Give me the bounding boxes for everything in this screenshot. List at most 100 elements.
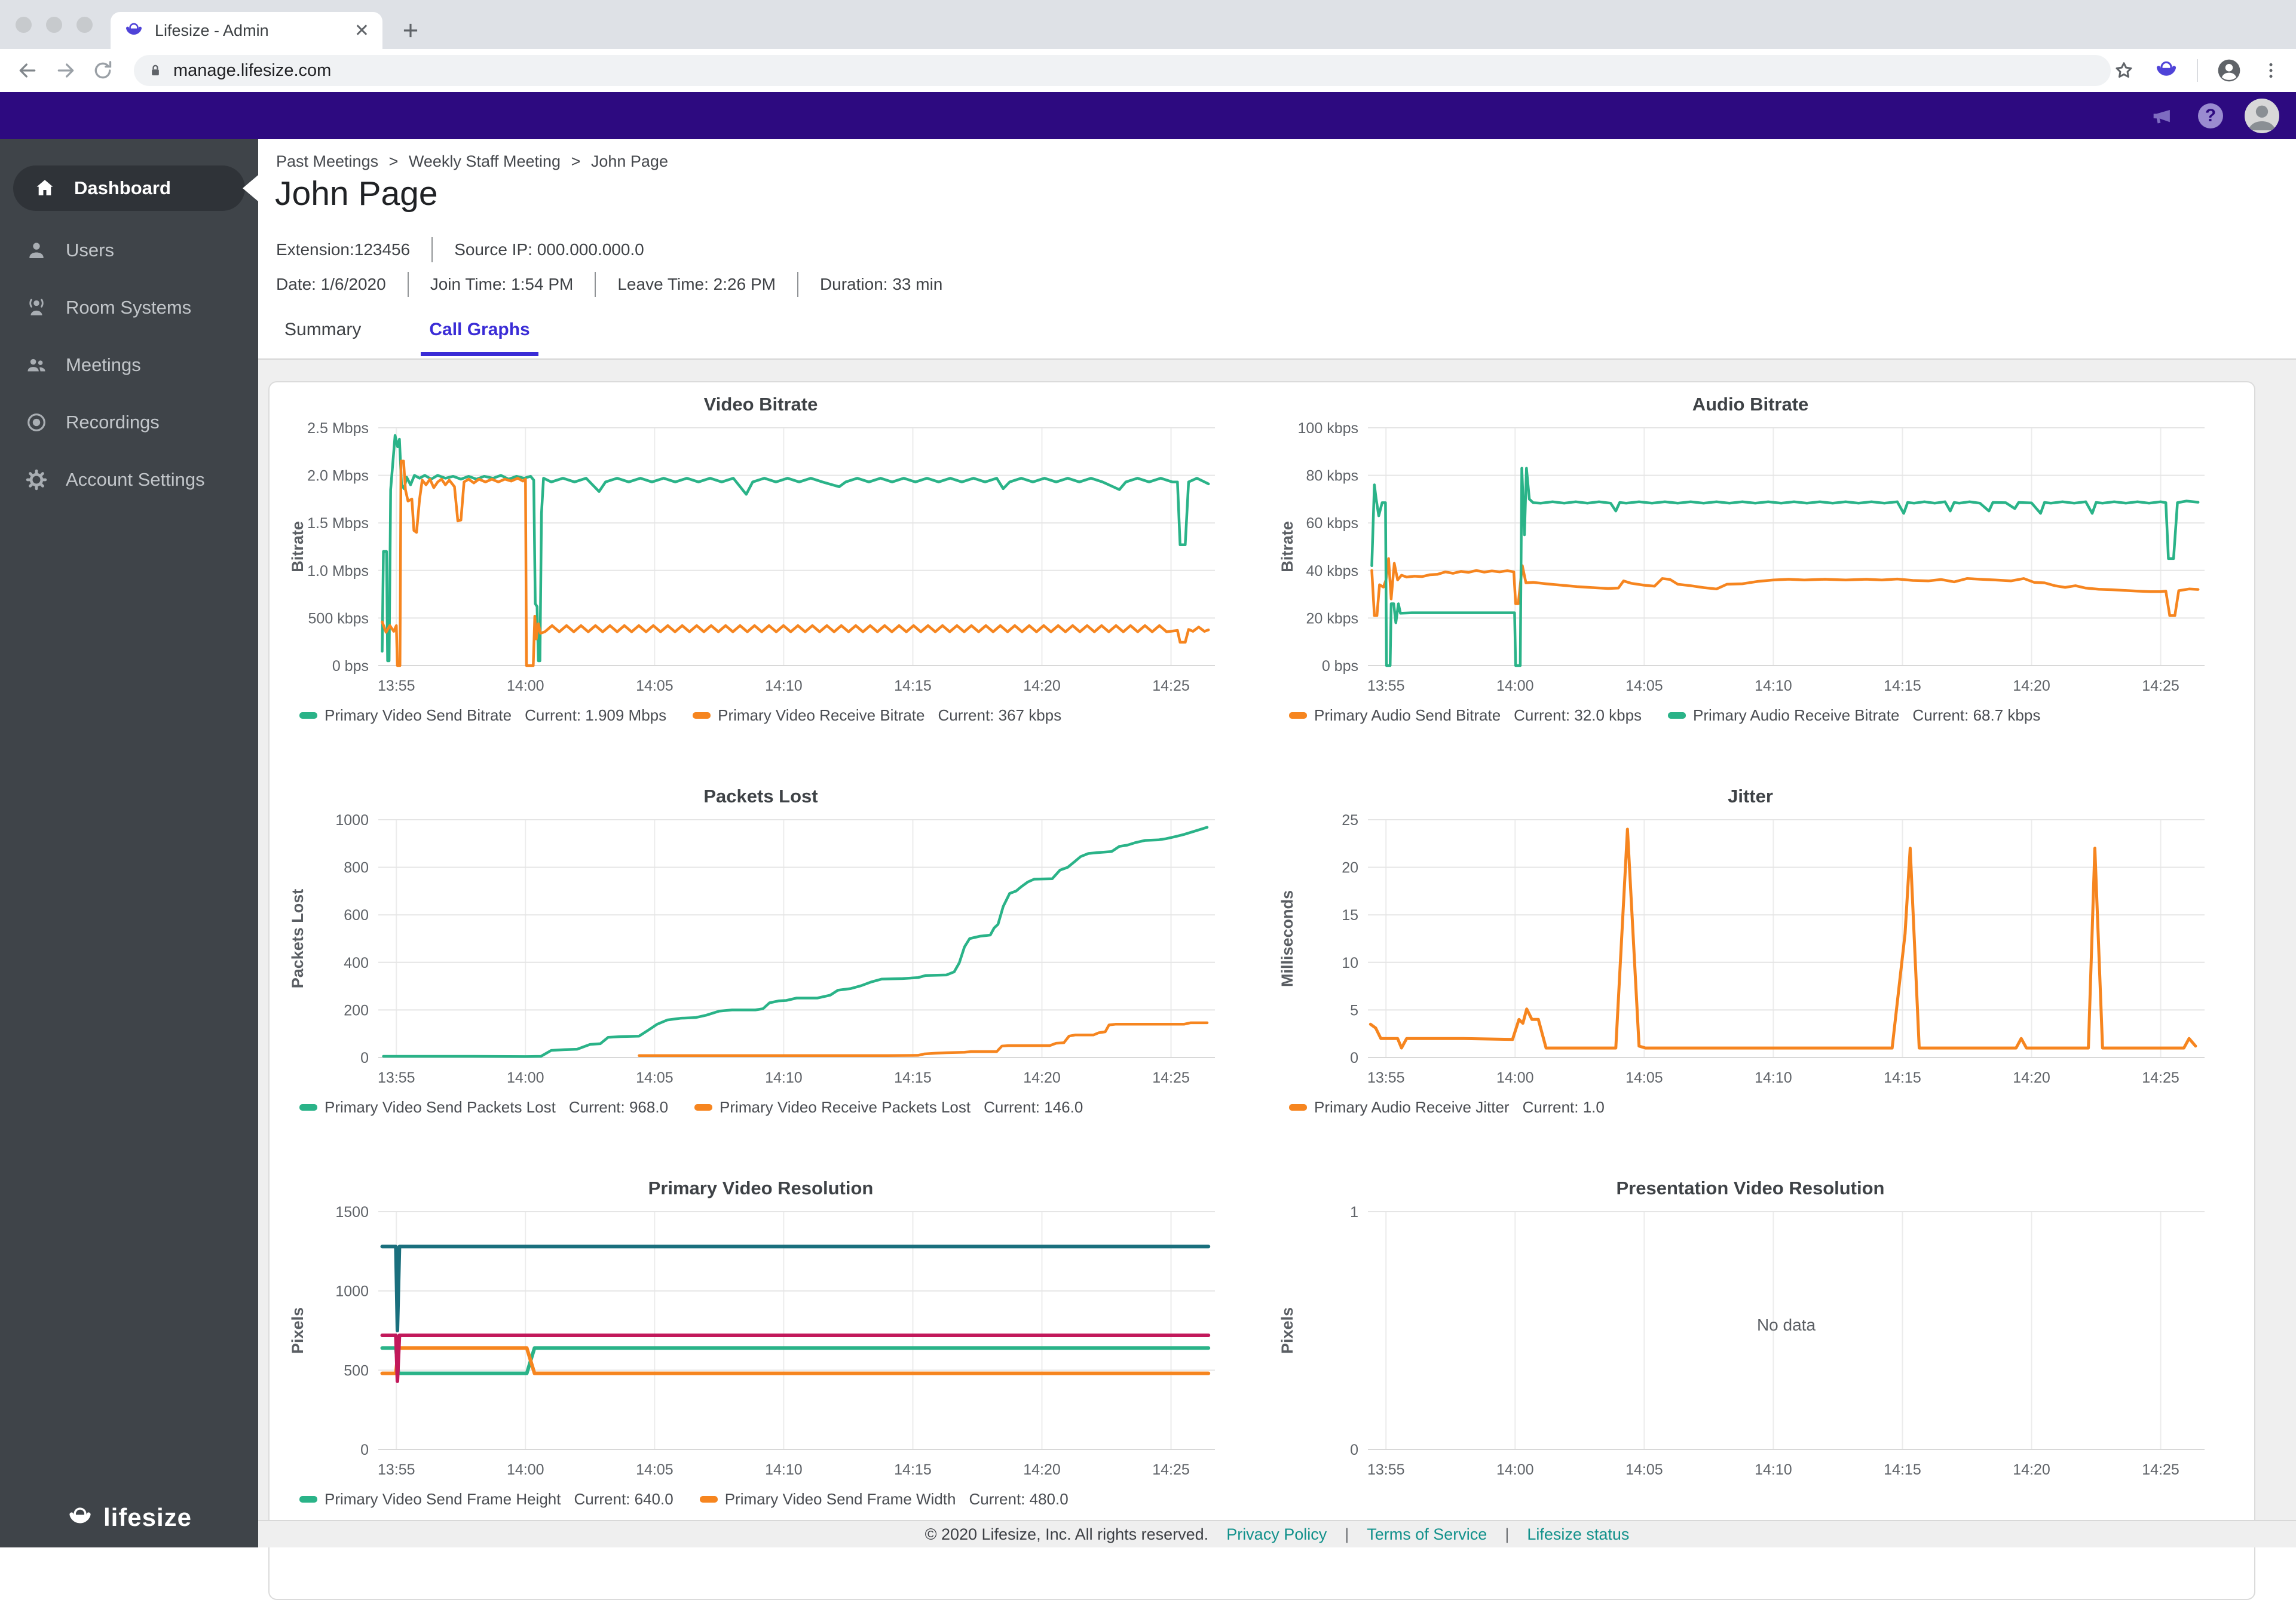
breadcrumb-participant[interactable]: John Page (591, 152, 668, 170)
sidebar-item-label: Meetings (66, 354, 141, 376)
app-header: ? (0, 92, 2296, 139)
svg-text:14:10: 14:10 (765, 1461, 803, 1478)
svg-text:No data: No data (1757, 1316, 1816, 1334)
reload-icon[interactable] (91, 59, 115, 82)
window-close-button[interactable] (16, 17, 32, 33)
breadcrumb-separator: > (389, 152, 399, 170)
announcements-icon[interactable] (2149, 102, 2176, 130)
window-zoom-button[interactable] (76, 17, 93, 33)
svg-text:14:15: 14:15 (894, 1461, 932, 1478)
lock-icon (147, 62, 164, 79)
people-icon (25, 354, 48, 376)
svg-text:14:20: 14:20 (2013, 678, 2050, 694)
svg-text:14:25: 14:25 (1152, 678, 1190, 694)
legend-item: Primary Video Receive BitrateCurrent: 36… (693, 706, 1061, 725)
chart-title: Presentation Video Resolution (1272, 1175, 2228, 1202)
svg-text:0: 0 (1350, 1050, 1358, 1066)
lifesize-extension-icon[interactable] (2154, 58, 2179, 83)
extension-value: Extension:123456 (276, 240, 410, 259)
privacy-policy-link[interactable]: Privacy Policy (1226, 1525, 1327, 1544)
svg-text:40 kbps: 40 kbps (1306, 563, 1358, 580)
user-avatar[interactable] (2245, 99, 2279, 133)
svg-text:14:25: 14:25 (1152, 1069, 1190, 1086)
sidebar-item-room-systems[interactable]: Room Systems (0, 285, 258, 330)
sidebar-item-dashboard[interactable]: Dashboard (13, 165, 245, 211)
svg-text:0: 0 (360, 1442, 369, 1458)
sidebar-item-account-settings[interactable]: Account Settings (0, 457, 258, 502)
tab-summary[interactable]: Summary (276, 316, 369, 356)
svg-text:14:05: 14:05 (1625, 1069, 1663, 1086)
browser-tab[interactable]: Lifesize - Admin ✕ (111, 12, 382, 49)
svg-text:14:20: 14:20 (2013, 1461, 2050, 1478)
breadcrumb-past-meetings[interactable]: Past Meetings (276, 152, 378, 170)
new-tab-button[interactable] (399, 19, 422, 42)
user-avatar-person-icon (2245, 99, 2279, 133)
browser-toolbar: manage.lifesize.com (0, 49, 2296, 92)
terms-of-service-link[interactable]: Terms of Service (1367, 1525, 1487, 1544)
jitter-plot: 13:5514:0014:0514:1014:1514:2014:2505101… (1272, 810, 2228, 1091)
packets-lost-plot: 13:5514:0014:0514:1014:1514:2014:2502004… (283, 810, 1239, 1091)
toolbar-divider (2197, 59, 2198, 82)
svg-text:600: 600 (344, 907, 369, 924)
join-time-value: Join Time: 1:54 PM (430, 275, 574, 294)
breadcrumb-meeting[interactable]: Weekly Staff Meeting (409, 152, 561, 170)
svg-text:13:55: 13:55 (1367, 678, 1405, 694)
charts-content: Video Bitrate 13:5514:0014:0514:1014:151… (258, 360, 2296, 1547)
svg-text:15: 15 (1342, 907, 1358, 924)
svg-text:14:00: 14:00 (1496, 678, 1534, 694)
sidebar-item-meetings[interactable]: Meetings (0, 342, 258, 388)
meta-divider (408, 272, 409, 297)
browser-menu-kebab-icon[interactable] (2260, 60, 2282, 81)
footer: © 2020 Lifesize, Inc. All rights reserve… (258, 1520, 2296, 1547)
legend-item: Primary Video Send Frame HeightCurrent: … (299, 1490, 674, 1509)
sidebar-item-recordings[interactable]: Recordings (0, 400, 258, 445)
chart-video-bitrate: Video Bitrate 13:5514:0014:0514:1014:151… (283, 391, 1239, 778)
svg-text:500: 500 (344, 1362, 369, 1379)
svg-text:13:55: 13:55 (1367, 1069, 1405, 1086)
svg-text:0 bps: 0 bps (332, 658, 369, 675)
window-minimize-button[interactable] (46, 17, 62, 33)
chart-title: Packets Lost (283, 783, 1239, 810)
svg-text:Pixels: Pixels (1278, 1307, 1296, 1354)
legend-item: Primary Audio Send BitrateCurrent: 32.0 … (1289, 706, 1642, 725)
sidebar-item-users[interactable]: Users (0, 228, 258, 273)
source-ip-value: Source IP: 000.000.000.0 (454, 240, 644, 259)
svg-text:Pixels: Pixels (289, 1307, 307, 1354)
svg-text:14:10: 14:10 (765, 678, 803, 694)
svg-text:0: 0 (360, 1050, 369, 1066)
svg-text:1.5 Mbps: 1.5 Mbps (307, 515, 369, 532)
lifesize-logo-text: lifesize (103, 1503, 192, 1532)
window-controls[interactable] (16, 17, 93, 33)
chart-audio-bitrate: Audio Bitrate 13:5514:0014:0514:1014:151… (1272, 391, 2228, 778)
packets-lost-legend: Primary Video Send Packets LostCurrent: … (299, 1098, 1239, 1117)
svg-text:1500: 1500 (335, 1204, 369, 1221)
svg-text:500 kbps: 500 kbps (308, 610, 369, 627)
help-icon[interactable]: ? (2198, 103, 2223, 128)
page-title: John Page (275, 174, 438, 213)
chart-title: Primary Video Resolution (283, 1175, 1239, 1202)
breadcrumb: Past Meetings > Weekly Staff Meeting > J… (276, 152, 668, 171)
chart-jitter: Jitter 13:5514:0014:0514:1014:1514:2014:… (1272, 783, 2228, 1170)
browser-tabstrip: Lifesize - Admin ✕ (0, 0, 2296, 49)
forward-icon[interactable] (54, 59, 78, 82)
svg-text:14:20: 14:20 (1023, 1461, 1061, 1478)
active-item-wedge (243, 175, 258, 201)
svg-text:13:55: 13:55 (1367, 1461, 1405, 1478)
legend-item: Primary Video Send Frame WidthCurrent: 4… (700, 1490, 1069, 1509)
bookmark-star-icon[interactable] (2112, 59, 2136, 82)
svg-text:14:00: 14:00 (507, 678, 544, 694)
tab-call-graphs[interactable]: Call Graphs (421, 316, 538, 356)
svg-text:14:05: 14:05 (1625, 1461, 1663, 1478)
svg-text:14:10: 14:10 (765, 1069, 803, 1086)
tab-close-icon[interactable]: ✕ (354, 20, 369, 41)
svg-text:0 bps: 0 bps (1322, 658, 1358, 675)
svg-text:14:15: 14:15 (1884, 678, 1921, 694)
lifesize-status-link[interactable]: Lifesize status (1527, 1525, 1629, 1544)
svg-text:13:55: 13:55 (378, 678, 415, 694)
back-icon[interactable] (16, 59, 39, 82)
audio-bitrate-legend: Primary Audio Send BitrateCurrent: 32.0 … (1289, 706, 2228, 725)
svg-text:Milliseconds: Milliseconds (1278, 890, 1296, 987)
chart-primary-video-resolution: Primary Video Resolution 13:5514:0014:05… (283, 1175, 1239, 1562)
browser-profile-avatar[interactable] (2216, 57, 2242, 84)
url-bar[interactable]: manage.lifesize.com (134, 55, 2111, 86)
